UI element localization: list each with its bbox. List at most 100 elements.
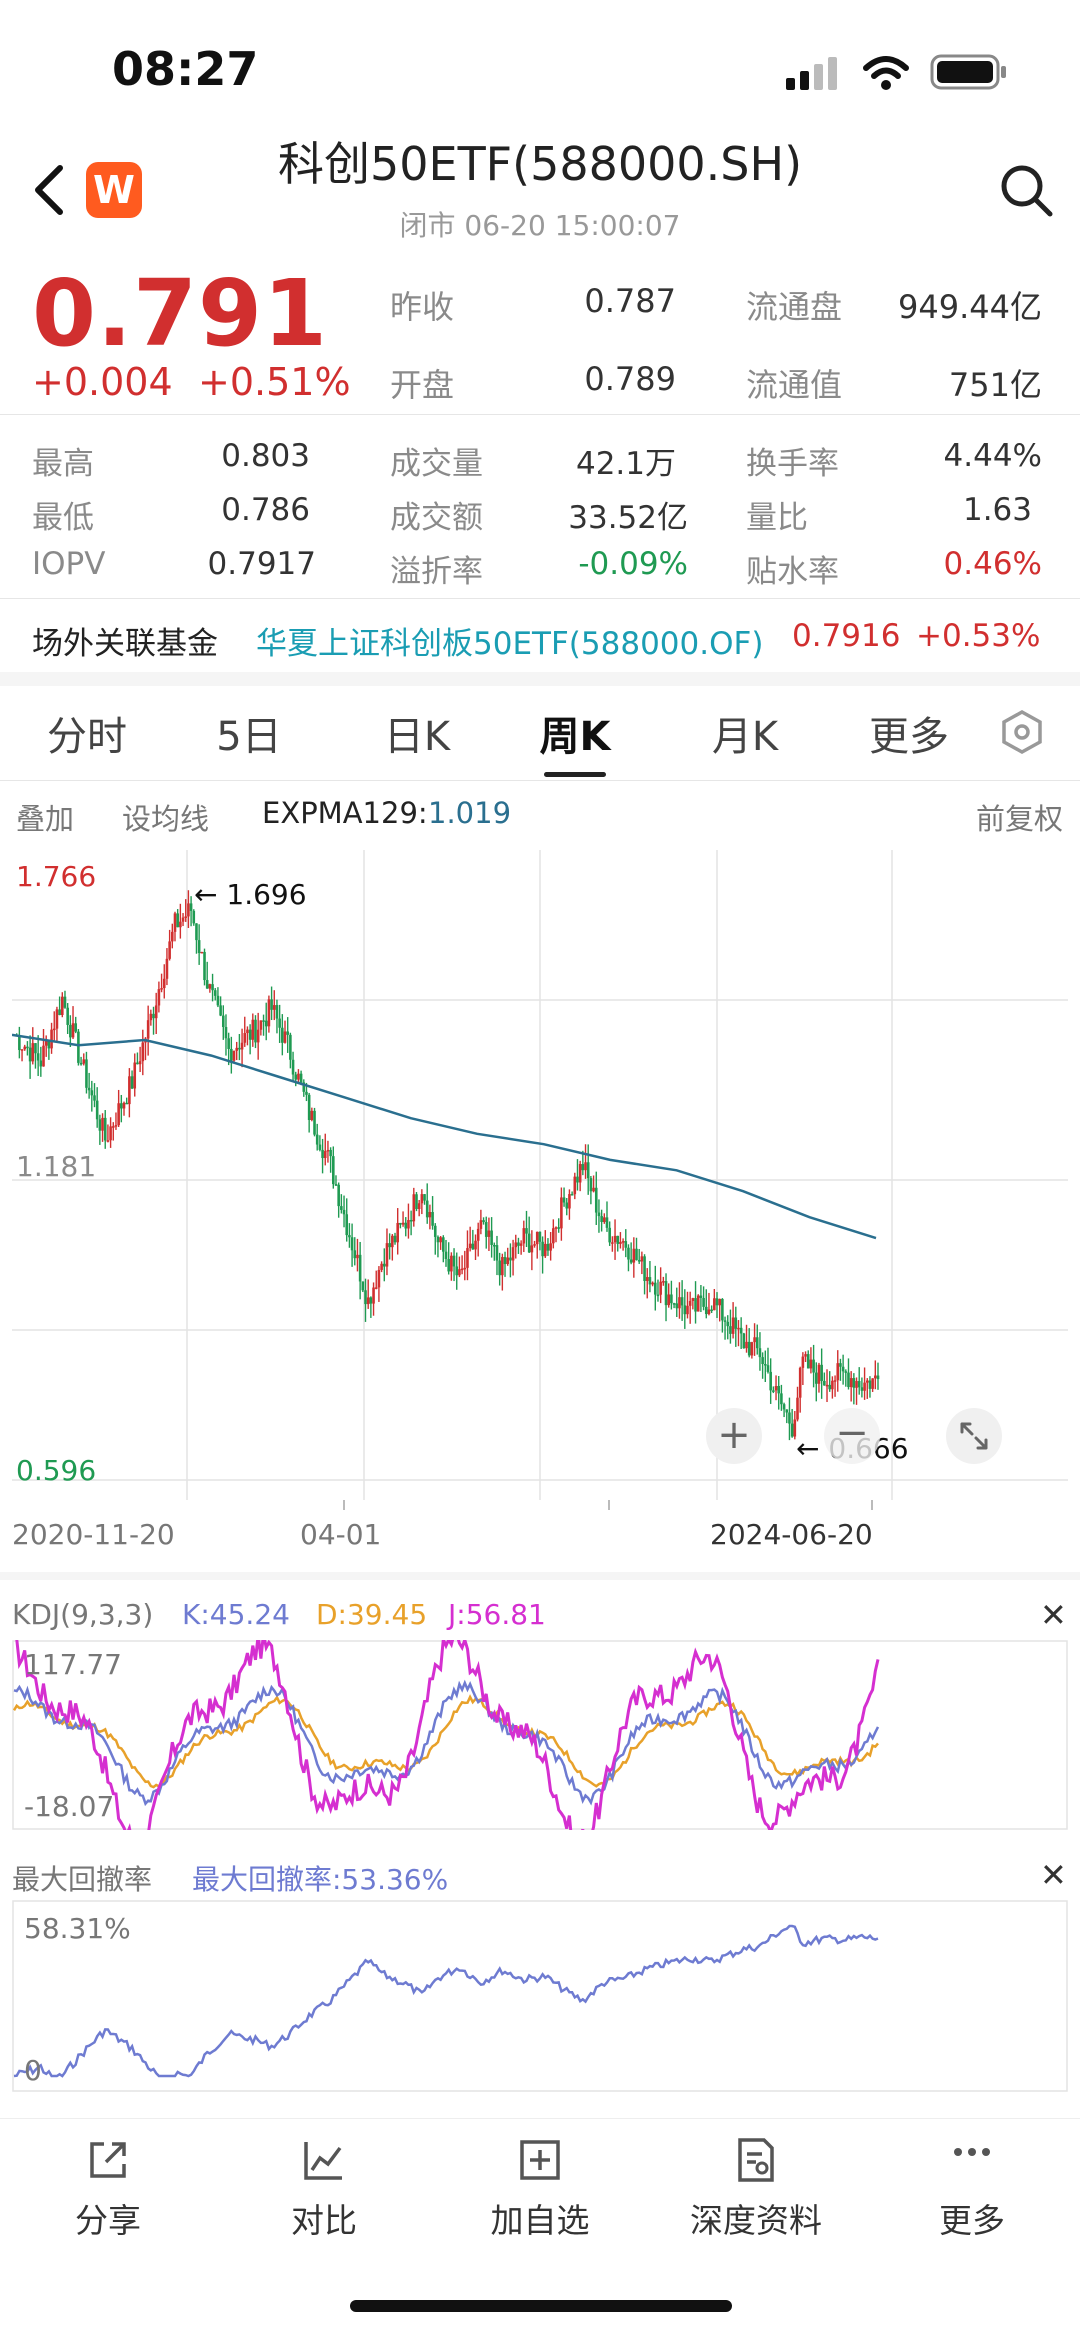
candle-body	[758, 1348, 762, 1358]
tab-daily-k[interactable]: 日K	[362, 704, 472, 762]
candle-body	[69, 1024, 72, 1038]
settings-hexagon-icon[interactable]	[998, 708, 1046, 756]
candle-body	[474, 1240, 477, 1250]
zoom-in-button[interactable]: +	[706, 1408, 762, 1464]
tab-weekly-k[interactable]: 周K	[520, 704, 630, 762]
candle-body	[23, 1046, 27, 1050]
tab-more[interactable]: 更多	[854, 704, 964, 762]
kline-chart[interactable]	[12, 850, 1068, 1500]
candle-body	[187, 903, 190, 917]
adjust-mode-button[interactable]: 前复权	[976, 796, 1063, 838]
overlay-button[interactable]: 叠加	[16, 796, 74, 838]
related-fund-link[interactable]: 华夏上证科创板50ETF(588000.OF)	[256, 618, 763, 663]
candle-body	[662, 1281, 665, 1283]
candle-body	[315, 1134, 319, 1145]
zoom-out-button[interactable]: −	[824, 1408, 880, 1464]
nav-research-label: 深度资料	[690, 2201, 822, 2240]
price-change: +0.004	[32, 360, 173, 404]
nav-share[interactable]: 分享	[28, 2128, 188, 2242]
candle-body	[670, 1294, 673, 1304]
nav-add-watchlist-label: 加自选	[490, 2201, 590, 2240]
tab-5day[interactable]: 5日	[194, 704, 304, 762]
candle-body	[128, 1076, 131, 1105]
nav-more[interactable]: 更多	[892, 2128, 1052, 2242]
divider	[0, 2118, 1080, 2119]
candle-body	[425, 1200, 429, 1218]
set-ma-button[interactable]: 设均线	[122, 796, 209, 838]
drawdown-value: 最大回撤率:53.36%	[192, 1863, 449, 1896]
candle-body	[790, 1423, 794, 1437]
candle-body	[415, 1194, 418, 1209]
candle-body	[366, 1297, 370, 1305]
candle-body	[538, 1231, 542, 1242]
candle-body	[205, 980, 209, 989]
candle-body	[581, 1164, 585, 1171]
candle-body	[774, 1385, 778, 1391]
candle-body	[452, 1255, 456, 1267]
candle-body	[527, 1233, 531, 1253]
candle-body	[490, 1230, 493, 1245]
candle-body	[627, 1247, 630, 1260]
x-axis-end: 2024-06-20	[710, 1518, 873, 1551]
candle-body	[691, 1298, 695, 1301]
drawdown-y-min: 0	[24, 2054, 42, 2087]
turnover-label: 换手率	[746, 446, 839, 482]
related-fund-change: +0.53%	[916, 618, 1041, 654]
current-price: 0.791	[32, 260, 329, 367]
tab-monthly-k[interactable]: 月K	[690, 704, 800, 762]
candle-body	[219, 1005, 222, 1016]
candle-body	[828, 1384, 832, 1390]
candle-body	[433, 1225, 437, 1237]
candle-body	[31, 1043, 35, 1062]
candle-body	[621, 1241, 625, 1243]
candle-body	[208, 984, 212, 989]
candle-body	[632, 1248, 636, 1263]
expma-label: EXPMA129:	[262, 796, 428, 830]
candle-body	[47, 1041, 51, 1049]
candle-body	[863, 1382, 866, 1391]
candle-body	[860, 1387, 864, 1391]
candle-body	[329, 1149, 332, 1157]
nav-compare[interactable]: 对比	[244, 2128, 404, 2242]
nav-research[interactable]: 深度资料	[676, 2128, 836, 2242]
candle-body	[522, 1228, 526, 1244]
candle-body	[589, 1178, 593, 1192]
more-icon	[954, 2148, 990, 2156]
candle-body	[28, 1047, 32, 1062]
nav-add-watchlist[interactable]: 加自选	[460, 2128, 620, 2242]
candle-body	[176, 913, 179, 928]
high-label: 最高	[32, 446, 94, 482]
candle-body	[52, 1028, 56, 1031]
candle-body	[755, 1337, 759, 1349]
candle-body	[278, 1018, 281, 1028]
candle-body	[849, 1378, 853, 1388]
kdj-title: KDJ(9,3,3)	[12, 1598, 154, 1631]
candle-body	[396, 1222, 400, 1243]
candle-body	[133, 1062, 137, 1089]
candle-body	[549, 1243, 552, 1251]
search-icon[interactable]	[996, 160, 1056, 220]
candle-body	[173, 913, 177, 932]
candle-body	[227, 1038, 230, 1049]
fullscreen-icon[interactable]	[946, 1408, 1002, 1464]
candle-body	[788, 1412, 791, 1424]
home-indicator	[350, 2300, 732, 2312]
candle-body	[181, 917, 185, 922]
candle-body	[192, 910, 196, 924]
candle-body	[90, 1090, 94, 1096]
candle-body	[600, 1216, 603, 1222]
candle-body	[686, 1305, 689, 1315]
candle-body	[833, 1380, 837, 1382]
candle-body	[543, 1243, 547, 1257]
close-kdj-icon[interactable]: ✕	[1040, 1596, 1067, 1634]
candle-body	[267, 999, 271, 1027]
share-icon	[90, 2142, 126, 2178]
candle-body	[412, 1194, 416, 1222]
candle-body	[211, 984, 214, 991]
x-tick	[871, 1500, 873, 1510]
wifi-icon	[863, 56, 909, 90]
close-drawdown-icon[interactable]: ✕	[1040, 1856, 1067, 1894]
tab-intraday[interactable]: 分时	[32, 704, 142, 762]
candle-body	[256, 1029, 260, 1043]
amount-value: 33.52亿	[568, 500, 688, 536]
